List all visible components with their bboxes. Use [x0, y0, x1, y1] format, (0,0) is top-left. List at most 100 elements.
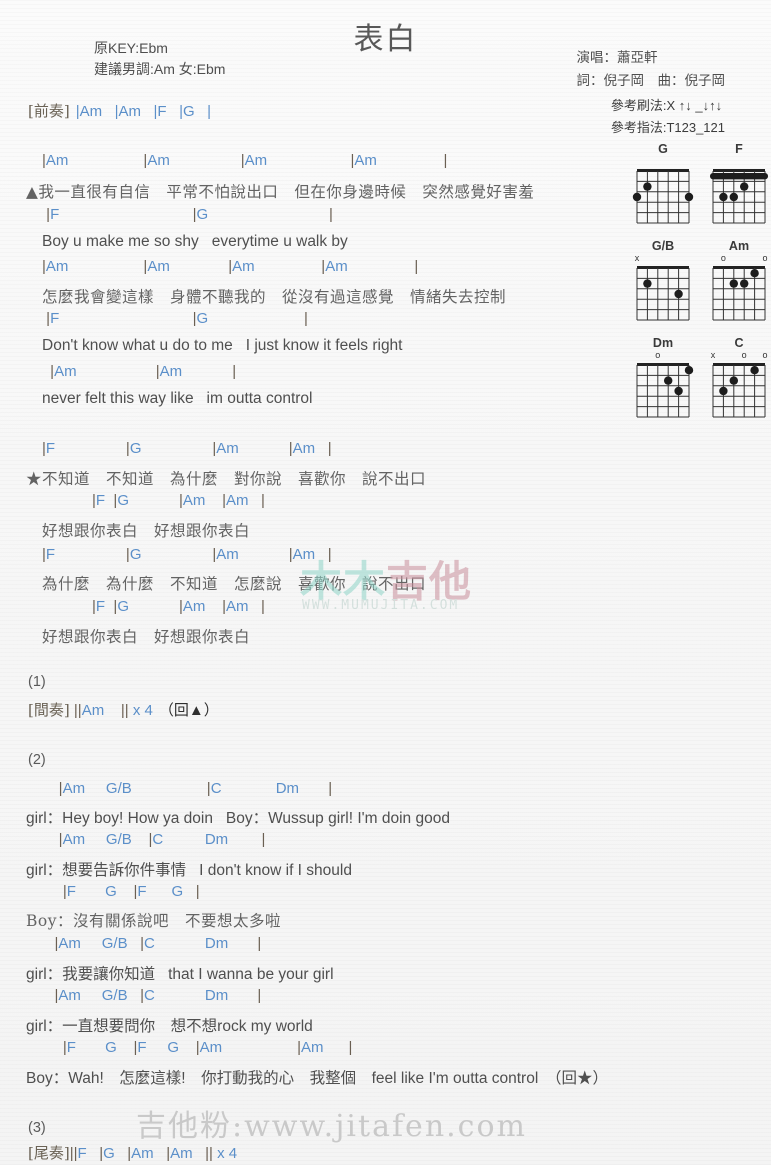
chord-diagram-dm: Dm o: [632, 336, 694, 425]
chorus1-lyric-line-1: ★不知道 不知道 為什麼 對你說 喜歡你 說不出口: [26, 470, 427, 488]
finger-dot: [740, 279, 749, 288]
verse1-lyric-line-3: Boy u make me so shy everytime u walk by: [42, 233, 348, 250]
watermark-mumu-url: WWW.MUMUJITA.COM: [302, 598, 460, 613]
section2-chord-line-6: |Am G/B |C Dm |: [54, 935, 262, 952]
intro-line: [前奏] |Am |Am |F |G |: [28, 100, 211, 121]
key-info: 原KEY:Ebm 建議男調:Am 女:Ebm: [94, 38, 225, 80]
chorus1-chord-line-4: |F |G |Am |Am |: [42, 546, 332, 563]
finger-dot: [750, 269, 759, 278]
fretboard-grid: [636, 363, 694, 418]
section2-lyric-line-5: Boy：沒有關係說吧 不要想太多啦: [26, 912, 281, 930]
chord-diagram-markers: [632, 157, 694, 167]
finger-dot: [729, 279, 738, 288]
fretboard-grid: [636, 266, 690, 321]
singer-line: 演唱：蕭亞軒: [576, 50, 658, 65]
interlude-repeat-mark: （回▲）: [158, 702, 219, 719]
fretboard-grid: [632, 169, 694, 224]
strum-pattern: 參考刷法:X ↑↓ _↓↑↓: [610, 98, 723, 113]
original-key: 原KEY:Ebm: [94, 40, 168, 56]
finger-dot: [643, 279, 652, 288]
chord-diagram-markers: oo: [708, 254, 770, 264]
section2-chord-line-8: |Am G/B |C Dm |: [54, 987, 262, 1004]
chord-diagram-markers: xoo: [708, 351, 770, 361]
finger-dot: [674, 289, 683, 299]
interlude-label: [間奏]: [28, 701, 70, 719]
finger-dot: [719, 192, 728, 202]
finger-dot: [740, 182, 749, 191]
intro-label: [前奏]: [28, 102, 70, 120]
watermark-jitafen: 吉他粉:www.jitafen.com: [136, 1109, 527, 1144]
watermark-mumujita: 木木吉他 WWW.MUMUJITA.COM: [300, 548, 520, 640]
interlude-chords: ||Am || x 4: [73, 702, 153, 719]
chord-diagram-am: Am o o: [708, 239, 770, 328]
finger-dot: [750, 366, 759, 375]
chorus1-lyric-line-5: 為什麼 為什麼 不知道 怎麼說 喜歡你 說不出口: [42, 575, 427, 593]
finger-dot: [674, 386, 683, 396]
chord-diagram-markers: x: [632, 254, 694, 264]
open-string-icon: o: [762, 253, 768, 263]
finger-dot: [664, 376, 673, 385]
fretboard-grid: [710, 169, 768, 224]
outro-chords: ||F |G |Am |Am || x 4: [69, 1145, 238, 1162]
section2-chord-line-4: |F G |F G |: [62, 883, 200, 900]
fingerstyle-pattern: 參考指法:T123_121: [610, 120, 725, 135]
verse1-chord-line-0: |Am |Am |Am |Am |: [42, 152, 448, 169]
chord-diagram-g-b: G/B x: [632, 239, 694, 328]
chorus1-chord-line-0: |F |G |Am |Am |: [42, 440, 332, 457]
verse1-lyric-line-9: never felt this way like im outta contro…: [42, 390, 313, 407]
verse1-chord-line-2: |F |G |: [46, 206, 333, 223]
verse1-lyric-line-5: 怎麼我會變這樣 身體不聽我的 從沒有過這感覺 情緒失去控制: [42, 288, 507, 306]
interlude-line: [間奏] ||Am || x 4 （回▲）: [28, 699, 219, 720]
fretboard-grid: [712, 266, 766, 321]
finger-dot: [729, 192, 738, 202]
finger-dot: [729, 376, 738, 385]
credits-block: 演唱：蕭亞軒 詞：倪子岡 曲：倪子岡: [577, 46, 726, 92]
section2-lyric-line-9: girl：一直想要問你 想不想rock my world: [26, 1018, 313, 1035]
chord-diagram-name: G/B: [651, 239, 675, 253]
chord-diagram-f: F: [708, 142, 770, 231]
chord-diagram-markers: o: [632, 351, 694, 361]
finger-dot: [632, 192, 642, 202]
open-string-icon: o: [655, 350, 661, 360]
suggested-key: 建議男調:Am 女:Ebm: [94, 61, 226, 77]
interlude-number: (1): [28, 674, 46, 690]
finger-dot: [719, 386, 728, 396]
outro-label: [尾奏]: [28, 1144, 70, 1162]
section2-chord-line-0: |Am G/B |C Dm |: [58, 780, 333, 797]
finger-dot: [684, 192, 694, 202]
chord-diagram-c: Cx o o: [708, 336, 770, 425]
section2-lyric-line-7: girl：我要讓你知道 that I wanna be your girl: [26, 966, 334, 983]
finger-dot: [643, 182, 652, 191]
open-string-icon: o: [762, 350, 768, 360]
chord-diagram-name: Am: [728, 239, 750, 253]
writer-line: 詞：倪子岡 曲：倪子岡: [576, 73, 726, 88]
barre-bar: [710, 173, 768, 180]
section2-lyric-line-1: girl：Hey boy! How ya doin Boy：Wussup gir…: [26, 810, 450, 827]
open-string-icon: o: [720, 253, 726, 263]
chorus1-lyric-line-7: 好想跟你表白 好想跟你表白: [42, 628, 251, 646]
outro-line: [尾奏]||F |G |Am |Am || x 4: [28, 1142, 237, 1163]
fretboard-grid: [712, 363, 766, 418]
chord-diagram-name: G: [658, 142, 668, 156]
section2-chord-line-2: |Am G/B |C Dm |: [58, 831, 266, 848]
verse1-chord-line-6: |F |G |: [46, 310, 308, 327]
muted-string-icon: x: [710, 350, 716, 360]
section2-number: (2): [28, 752, 46, 768]
verse1-lyric-line-7: Don't know what u do to me I just know i…: [42, 337, 403, 354]
section2-lyric-line-3: girl：想要告訴你件事情 I don't know if I should: [26, 862, 352, 879]
chord-diagram-name: Dm: [652, 336, 674, 350]
verse1-lyric-line-1: ▲我一直很有自信 平常不怕說出口 但在你身邊時候 突然感覺好害羞: [26, 183, 535, 201]
chord-diagram-name: F: [735, 142, 743, 156]
chord-diagram-g: G: [632, 142, 694, 231]
verse1-chord-line-4: |Am |Am |Am |Am |: [42, 258, 419, 275]
chorus1-lyric-line-3: 好想跟你表白 好想跟你表白: [42, 522, 251, 540]
chord-diagram-panel: G F G/B x Am o o Dm o Cx o o: [632, 142, 771, 425]
finger-dot: [684, 366, 694, 375]
chord-diagram-markers: [708, 157, 770, 167]
chord-sheet-page: 表白 原KEY:Ebm 建議男調:Am 女:Ebm 演唱：蕭亞軒 詞：倪子岡 曲…: [0, 0, 771, 1165]
outro-number: (3): [28, 1120, 46, 1136]
play-reference-block: 參考刷法:X ↑↓ _↓↑↓ 參考指法:T123_121: [611, 95, 725, 139]
intro-chords: |Am |Am |F |G |: [75, 103, 212, 120]
section2-chord-line-10: |F G |F G |Am |Am |: [62, 1039, 353, 1056]
muted-string-icon: x: [634, 253, 640, 263]
